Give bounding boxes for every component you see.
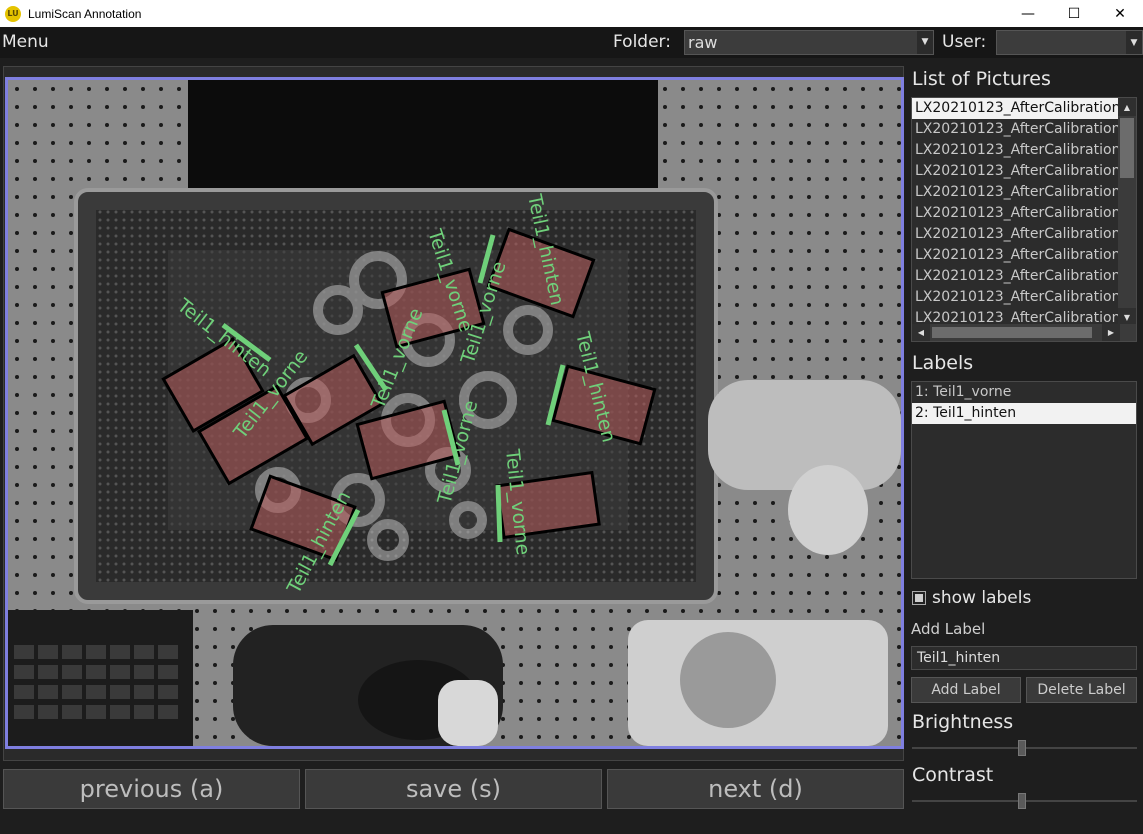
list-item[interactable]: LX20210123_AfterCalibration — [912, 161, 1119, 182]
list-item[interactable]: LX20210123_AfterCalibration — [912, 287, 1119, 308]
chevron-down-icon[interactable]: ▼ — [1126, 31, 1142, 54]
user-label: User: — [942, 32, 987, 52]
delete-label-button[interactable]: Delete Label — [1026, 677, 1137, 703]
next-button[interactable]: next (d) — [607, 769, 904, 809]
list-item[interactable]: LX20210123_AfterCalibration — [912, 119, 1119, 140]
minimize-button[interactable]: — — [1005, 0, 1051, 27]
list-item[interactable]: LX20210123_AfterCalibration — [912, 98, 1119, 119]
list-item[interactable]: LX20210123_AfterCalibration — [912, 203, 1119, 224]
pictures-list[interactable]: LX20210123_AfterCalibration LX20210123_A… — [911, 97, 1137, 342]
list-item[interactable]: LX20210123_AfterCalibration — [912, 140, 1119, 161]
folder-select[interactable]: raw ▼ — [684, 30, 934, 55]
brightness-slider[interactable] — [912, 740, 1137, 756]
slider-handle[interactable] — [1018, 740, 1026, 756]
add-label-input[interactable]: Teil1_hinten — [911, 646, 1137, 670]
app-logo-icon: LU — [5, 5, 21, 22]
pictures-horizontal-scrollbar[interactable]: ◀ ▶ — [912, 324, 1136, 341]
add-label-title: Add Label — [911, 620, 986, 638]
menu-button[interactable]: Menu — [2, 32, 49, 52]
scroll-left-icon[interactable]: ◀ — [912, 324, 930, 341]
contrast-slider[interactable] — [912, 793, 1137, 809]
scroll-right-icon[interactable]: ▶ — [1102, 324, 1120, 341]
robot-joint — [788, 465, 868, 555]
camera-image: Teil1_hinten Teil1_vorne Teil1_vorne Tei… — [8, 80, 901, 746]
folder-select-value: raw — [688, 33, 718, 52]
labels-title: Labels — [912, 352, 974, 374]
dark-panel — [188, 80, 658, 190]
robot-arm — [708, 380, 901, 490]
hand — [438, 680, 498, 746]
window-title: LumiScan Annotation — [28, 6, 142, 21]
scrollbar-thumb[interactable] — [1120, 118, 1134, 178]
add-label-button[interactable]: Add Label — [911, 677, 1021, 703]
annotation-canvas[interactable]: Teil1_hinten Teil1_vorne Teil1_vorne Tei… — [5, 77, 904, 749]
show-labels-toggle[interactable]: show labels — [912, 588, 1031, 608]
show-labels-checkbox[interactable] — [912, 591, 926, 605]
save-button[interactable]: save (s) — [305, 769, 602, 809]
contrast-label: Contrast — [912, 764, 994, 786]
list-item[interactable]: LX20210123_AfterCalibration — [912, 182, 1119, 203]
list-item[interactable]: LX20210123_AfterCalibration — [912, 224, 1119, 245]
title-bar: LU LumiScan Annotation — ☐ ✕ — [0, 0, 1143, 27]
list-item[interactable]: LX20210123_AfterCalibration — [912, 245, 1119, 266]
user-select[interactable]: ▼ — [996, 30, 1143, 55]
chevron-down-icon[interactable]: ▼ — [917, 31, 933, 54]
scrollbar-thumb[interactable] — [932, 327, 1092, 338]
close-button[interactable]: ✕ — [1097, 0, 1143, 27]
labels-list[interactable]: 1: Teil1_vorne 2: Teil1_hinten — [911, 381, 1137, 579]
slider-handle[interactable] — [1018, 793, 1026, 809]
folder-label: Folder: — [613, 32, 671, 52]
top-toolbar: Menu Folder: raw ▼ User: ▼ — [0, 27, 1143, 58]
brightness-label: Brightness — [912, 711, 1014, 733]
show-labels-label: show labels — [932, 588, 1032, 608]
scroll-up-icon[interactable]: ▲ — [1118, 98, 1136, 116]
checkbox-check-icon — [915, 594, 923, 602]
pictures-title: List of Pictures — [912, 68, 1051, 90]
previous-button[interactable]: previous (a) — [3, 769, 300, 809]
list-item[interactable]: LX20210123_AfterCalibration — [912, 266, 1119, 287]
pictures-vertical-scrollbar[interactable]: ▲ ▼ — [1118, 98, 1136, 326]
window-controls: — ☐ ✕ — [1005, 0, 1143, 27]
robot-base-circle — [680, 632, 776, 728]
label-item-teil1-vorne[interactable]: 1: Teil1_vorne — [912, 382, 1136, 403]
label-item-teil1-hinten[interactable]: 2: Teil1_hinten — [912, 403, 1136, 424]
maximize-button[interactable]: ☐ — [1051, 0, 1097, 27]
